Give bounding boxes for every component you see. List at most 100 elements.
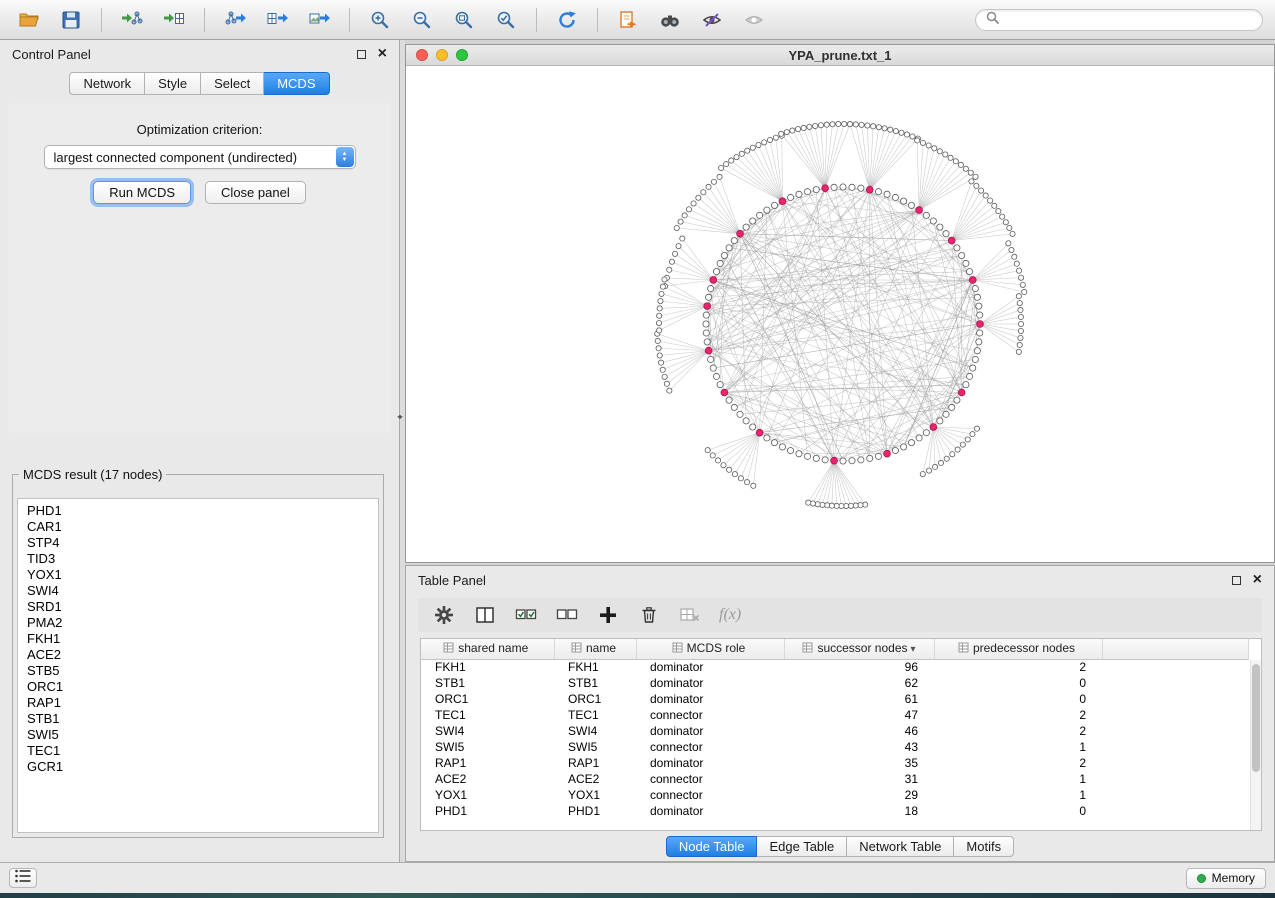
table-cell[interactable]: PHD1 xyxy=(421,803,554,819)
table-scrollbar[interactable] xyxy=(1250,660,1261,830)
columns-icon[interactable] xyxy=(473,603,497,627)
zoom-fit-icon[interactable] xyxy=(447,6,481,34)
network-canvas[interactable] xyxy=(406,66,1274,562)
table-cell[interactable]: 47 xyxy=(784,707,934,723)
mcds-result-item[interactable]: FKH1 xyxy=(18,631,378,647)
table-cell[interactable]: 1 xyxy=(934,787,1102,803)
share-document-icon[interactable] xyxy=(611,6,645,34)
table-cell[interactable]: SWI4 xyxy=(421,723,554,739)
table-cell[interactable]: connector xyxy=(636,707,784,723)
table-cell[interactable]: 2 xyxy=(934,723,1102,739)
minimize-window-icon[interactable] xyxy=(436,49,448,61)
table-cell[interactable]: 2 xyxy=(934,659,1102,675)
import-table-icon[interactable] xyxy=(157,6,191,34)
table-row[interactable]: ORC1ORC1dominator610 xyxy=(421,691,1249,707)
table-row[interactable]: FKH1FKH1dominator962 xyxy=(421,659,1249,675)
table-cell[interactable]: ACE2 xyxy=(421,771,554,787)
status-menu-button[interactable] xyxy=(9,868,37,888)
mcds-result-item[interactable]: ACE2 xyxy=(18,647,378,663)
splitter-arrows-icon[interactable]: ◂▸ xyxy=(397,412,401,421)
table-cell[interactable]: 0 xyxy=(934,691,1102,707)
zoom-selected-icon[interactable] xyxy=(489,6,523,34)
mcds-result-item[interactable]: PHD1 xyxy=(18,503,378,519)
table-cell[interactable]: dominator xyxy=(636,691,784,707)
table-cell[interactable]: ACE2 xyxy=(554,771,636,787)
run-mcds-button[interactable]: Run MCDS xyxy=(93,181,191,204)
tab-network[interactable]: Network xyxy=(69,72,145,95)
mcds-result-item[interactable]: TEC1 xyxy=(18,743,378,759)
network-graph[interactable] xyxy=(406,66,1274,562)
mcds-result-item[interactable]: PMA2 xyxy=(18,615,378,631)
close-window-icon[interactable] xyxy=(416,49,428,61)
table-cell[interactable]: connector xyxy=(636,771,784,787)
optimization-criterion-dropdown[interactable]: largest connected component (undirected)… xyxy=(44,145,356,169)
float-panel-icon[interactable] xyxy=(357,50,366,59)
settings-icon[interactable] xyxy=(432,603,456,627)
tab-network-table[interactable]: Network Table xyxy=(847,836,954,857)
mcds-result-item[interactable]: STB5 xyxy=(18,663,378,679)
table-cell[interactable]: 1 xyxy=(934,771,1102,787)
zoom-in-icon[interactable] xyxy=(363,6,397,34)
table-cell[interactable]: TEC1 xyxy=(421,707,554,723)
table-cell[interactable]: SWI5 xyxy=(554,739,636,755)
table-cell[interactable]: 2 xyxy=(934,755,1102,771)
float-table-panel-icon[interactable] xyxy=(1232,576,1241,585)
table-row[interactable]: YOX1YOX1connector291 xyxy=(421,787,1249,803)
table-cell[interactable]: 1 xyxy=(934,739,1102,755)
save-icon[interactable] xyxy=(54,6,88,34)
table-cell[interactable]: YOX1 xyxy=(421,787,554,803)
table-cell[interactable]: PHD1 xyxy=(554,803,636,819)
table-cell[interactable]: TEC1 xyxy=(554,707,636,723)
table-row[interactable]: PHD1PHD1dominator180 xyxy=(421,803,1249,819)
table-cell[interactable]: FKH1 xyxy=(421,659,554,675)
table-cell[interactable]: ORC1 xyxy=(421,691,554,707)
column-header-shared-name[interactable]: shared name xyxy=(421,639,554,659)
table-cell[interactable]: SWI4 xyxy=(554,723,636,739)
mcds-result-item[interactable]: RAP1 xyxy=(18,695,378,711)
table-row[interactable]: RAP1RAP1dominator352 xyxy=(421,755,1249,771)
zoom-out-icon[interactable] xyxy=(405,6,439,34)
tab-edge-table[interactable]: Edge Table xyxy=(757,836,847,857)
table-row[interactable]: STB1STB1dominator620 xyxy=(421,675,1249,691)
add-row-icon[interactable] xyxy=(596,603,620,627)
table-cell[interactable]: dominator xyxy=(636,659,784,675)
close-table-panel-icon[interactable]: × xyxy=(1253,574,1262,586)
find-icon[interactable] xyxy=(653,6,687,34)
search-input[interactable] xyxy=(1006,12,1253,28)
column-header-successor-nodes[interactable]: successor nodes▾ xyxy=(784,639,934,659)
import-network-icon[interactable] xyxy=(115,6,149,34)
table-row[interactable]: SWI5SWI5connector431 xyxy=(421,739,1249,755)
table-row[interactable]: TEC1TEC1connector472 xyxy=(421,707,1249,723)
delete-columns-icon[interactable] xyxy=(678,603,702,627)
export-network-icon[interactable] xyxy=(218,6,252,34)
select-all-icon[interactable] xyxy=(514,603,538,627)
export-table-icon[interactable] xyxy=(260,6,294,34)
table-cell[interactable]: 0 xyxy=(934,803,1102,819)
table-cell[interactable]: 61 xyxy=(784,691,934,707)
mcds-result-item[interactable]: YOX1 xyxy=(18,567,378,583)
mcds-result-item[interactable]: GCR1 xyxy=(18,759,378,775)
column-header-name[interactable]: name xyxy=(554,639,636,659)
table-cell[interactable]: 31 xyxy=(784,771,934,787)
table-cell[interactable]: dominator xyxy=(636,755,784,771)
table-cell[interactable]: RAP1 xyxy=(421,755,554,771)
table-cell[interactable]: 46 xyxy=(784,723,934,739)
mcds-result-item[interactable]: SWI5 xyxy=(18,727,378,743)
open-file-icon[interactable] xyxy=(12,6,46,34)
table-cell[interactable]: dominator xyxy=(636,723,784,739)
mcds-result-item[interactable]: TID3 xyxy=(18,551,378,567)
tab-motifs[interactable]: Motifs xyxy=(954,836,1014,857)
table-row[interactable]: SWI4SWI4dominator462 xyxy=(421,723,1249,739)
maximize-window-icon[interactable] xyxy=(456,49,468,61)
table-cell[interactable]: 96 xyxy=(784,659,934,675)
mcds-result-item[interactable]: STP4 xyxy=(18,535,378,551)
table-cell[interactable]: STB1 xyxy=(421,675,554,691)
table-cell[interactable]: 43 xyxy=(784,739,934,755)
table-cell[interactable]: 62 xyxy=(784,675,934,691)
table-cell[interactable]: FKH1 xyxy=(554,659,636,675)
table-cell[interactable]: dominator xyxy=(636,675,784,691)
mcds-result-item[interactable]: SRD1 xyxy=(18,599,378,615)
mcds-result-item[interactable]: SWI4 xyxy=(18,583,378,599)
deselect-all-icon[interactable] xyxy=(555,603,579,627)
function-builder-icon[interactable]: f(x) xyxy=(719,606,741,624)
